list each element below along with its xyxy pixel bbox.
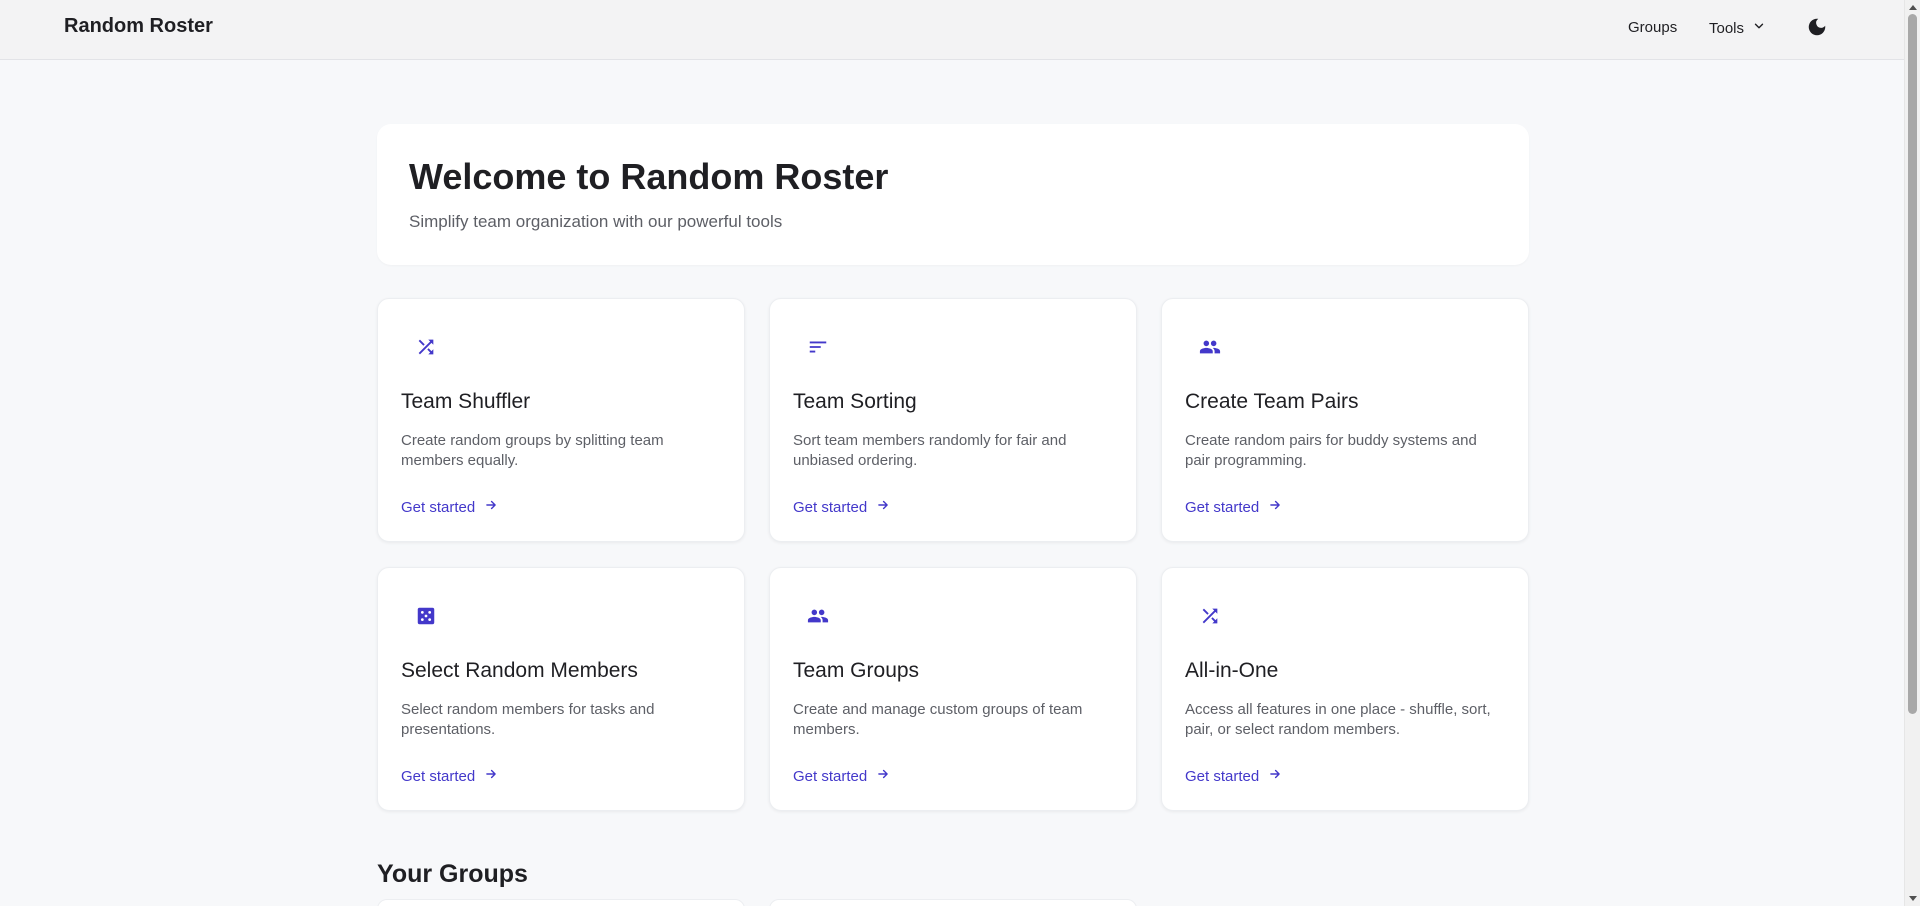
shuffle-icon [1198, 604, 1222, 628]
tool-card-create-team-pairs[interactable]: Create Team Pairs Create random pairs fo… [1161, 298, 1529, 542]
get-started-label: Get started [793, 767, 868, 785]
page-title: Welcome to Random Roster [409, 156, 889, 197]
scroll-down-arrow-icon[interactable] [1909, 896, 1917, 901]
nav-tools-label: Tools [1709, 19, 1745, 37]
sort-icon [806, 335, 830, 359]
get-started-link[interactable]: Get started [793, 498, 890, 516]
moon-icon [1806, 16, 1828, 43]
tool-card-team-groups[interactable]: Team Groups Create and manage custom gro… [769, 567, 1137, 811]
get-started-label: Get started [401, 498, 476, 516]
card-title: Team Sorting [793, 390, 917, 413]
people-icon [1198, 335, 1222, 359]
shuffle-icon [414, 335, 438, 359]
get-started-label: Get started [793, 498, 868, 516]
arrow-right-icon [484, 767, 498, 785]
get-started-label: Get started [1185, 498, 1260, 516]
get-started-label: Get started [1185, 767, 1260, 785]
tool-card-team-shuffler[interactable]: Team Shuffler Create random groups by sp… [377, 298, 745, 542]
group-card[interactable] [769, 899, 1137, 906]
card-description: Access all features in one place - shuff… [1185, 701, 1491, 738]
arrow-right-icon [1268, 767, 1282, 785]
tool-card-all-in-one[interactable]: All-in-One Access all features in one pl… [1161, 567, 1529, 811]
tool-card-team-sorting[interactable]: Team Sorting Sort team members randomly … [769, 298, 1137, 542]
chevron-down-icon [1752, 19, 1766, 37]
get-started-label: Get started [401, 767, 476, 785]
tool-card-select-random-members[interactable]: Select Random Members Select random memb… [377, 567, 745, 811]
arrow-right-icon [876, 498, 890, 516]
your-groups-heading: Your Groups [377, 860, 528, 888]
nav-tools-dropdown[interactable]: Tools [1709, 19, 1766, 37]
get-started-link[interactable]: Get started [793, 767, 890, 785]
arrow-right-icon [876, 767, 890, 785]
card-title: Team Shuffler [401, 390, 531, 413]
group-card[interactable] [377, 899, 745, 906]
theme-toggle-button[interactable] [1804, 16, 1830, 42]
page-scrollbar[interactable] [1904, 0, 1920, 906]
top-navigation-bar: Random Roster Groups Tools [0, 0, 1904, 60]
arrow-right-icon [1268, 498, 1282, 516]
get-started-link[interactable]: Get started [401, 498, 498, 516]
card-description: Create random groups by splitting team m… [401, 432, 664, 469]
card-description: Create random pairs for buddy systems an… [1185, 432, 1477, 469]
card-description: Select random members for tasks and pres… [401, 701, 655, 738]
brand-logo-text[interactable]: Random Roster [64, 15, 213, 38]
people-icon [806, 604, 830, 628]
get-started-link[interactable]: Get started [1185, 767, 1282, 785]
arrow-right-icon [484, 498, 498, 516]
card-description: Create and manage custom groups of team … [793, 701, 1083, 738]
nav-link-groups[interactable]: Groups [1628, 19, 1677, 36]
card-title: All-in-One [1185, 659, 1279, 682]
scrollbar-thumb[interactable] [1908, 14, 1917, 714]
card-title: Create Team Pairs [1185, 390, 1359, 413]
card-title: Select Random Members [401, 659, 638, 682]
card-title: Team Groups [793, 659, 920, 682]
card-description: Sort team members randomly for fair and … [793, 432, 1067, 469]
dice-icon [414, 604, 438, 628]
get-started-link[interactable]: Get started [401, 767, 498, 785]
get-started-link[interactable]: Get started [1185, 498, 1282, 516]
welcome-hero-card: Welcome to Random Roster Simplify team o… [377, 124, 1529, 265]
page-subtitle: Simplify team organization with our powe… [409, 212, 783, 231]
scroll-up-arrow-icon[interactable] [1909, 5, 1917, 10]
